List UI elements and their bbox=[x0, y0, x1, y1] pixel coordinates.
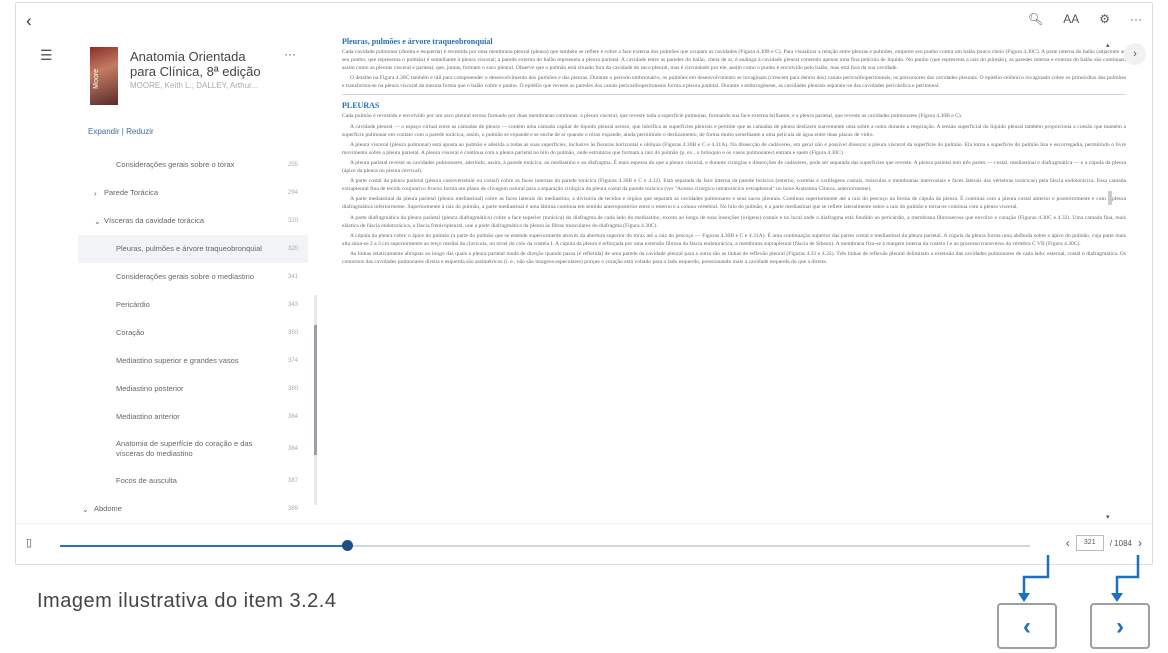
book-authors: MOORE, Keith L.; DALLEY, Arthur... bbox=[130, 81, 258, 90]
callout-arrowhead-next bbox=[1111, 593, 1123, 602]
toc-chevron-icon[interactable]: ⌄ bbox=[94, 217, 101, 226]
topbar-tools: 🔍︎ AA ⚙ ··· bbox=[1028, 12, 1142, 26]
body-paragraph: A parte costal da pleura parietal (pleur… bbox=[342, 178, 1126, 193]
search-icon[interactable]: 🔍︎ bbox=[1028, 12, 1043, 26]
hamburger-menu-icon[interactable]: ☰ bbox=[40, 47, 53, 64]
toc-item-page: 374 bbox=[288, 358, 299, 364]
toc-item-page: 380 bbox=[288, 386, 299, 392]
toc-item[interactable]: Coração 350 bbox=[78, 319, 308, 347]
section-divider bbox=[342, 94, 1126, 96]
progress-knob[interactable] bbox=[342, 540, 354, 551]
toc-item-label: Pericárdio bbox=[116, 300, 150, 309]
body-paragraph: A cavidade pleural — o espaço virtual en… bbox=[342, 123, 1126, 138]
next-page-icon[interactable]: › bbox=[1138, 536, 1142, 550]
progress-fill bbox=[60, 545, 348, 547]
section-heading: Pleuras, pulmões e árvore traqueobronqui… bbox=[342, 37, 493, 46]
toc-item-label: Mediastino posterior bbox=[116, 384, 184, 393]
body-paragraph: A parte diafragmática da pleura parietal… bbox=[342, 214, 1126, 229]
toc-item-page: 387 bbox=[288, 478, 299, 484]
toc-item-label: Considerações gerais sobre o tórax bbox=[116, 160, 235, 169]
body-paragraph: Cada pulmão é revestido e envolvido por … bbox=[342, 113, 963, 120]
scroll-up-icon[interactable]: ▴ bbox=[1106, 41, 1110, 49]
toc-item-page: 384 bbox=[288, 414, 299, 420]
big-prev-button[interactable]: ‹ bbox=[997, 603, 1057, 649]
toc-item-page: 389 bbox=[288, 506, 299, 512]
toc-item[interactable]: ⌄ Abdome 389 bbox=[78, 495, 308, 523]
toc-item-label: Vísceras da cavidade torácica bbox=[104, 216, 205, 225]
toc-item-label: Mediastino superior e grandes vasos bbox=[116, 356, 239, 365]
callout-arrowhead-prev bbox=[1018, 593, 1030, 602]
collapse-link[interactable]: Reduzir bbox=[126, 127, 154, 136]
toc-item-page: 255 bbox=[288, 162, 299, 168]
toc-item-label: Coração bbox=[116, 328, 145, 337]
toc-item-label: Parede Torácica bbox=[104, 188, 159, 197]
body-paragraph: A pleura parietal reveste as cavidades p… bbox=[342, 159, 1126, 175]
reading-progress-slider[interactable] bbox=[60, 540, 1030, 551]
toc-chevron-icon[interactable]: › bbox=[94, 189, 97, 198]
page-scroll-thumb[interactable] bbox=[1108, 191, 1112, 205]
toc-item[interactable]: Considerações gerais sobre o mediastino 3… bbox=[78, 263, 308, 291]
ebook-reader-window: ‹ 🔍︎ AA ⚙ ··· ☰ Moore Anatomia Orientada pa… bbox=[15, 2, 1153, 565]
body-paragraph: A cúpula da pleura cobre o ápice do pulm… bbox=[342, 232, 1126, 247]
total-pages: / 1084 bbox=[1109, 538, 1132, 548]
cover-text: Moore bbox=[93, 69, 100, 89]
toc-sidebar: ☰ Moore Anatomia Orientada para Clínica,… bbox=[16, 37, 321, 523]
page-scrollbar[interactable]: ▴ ▾ bbox=[1106, 41, 1114, 521]
toc-item[interactable]: Anatomia de superfície do coração e das … bbox=[78, 431, 308, 467]
toc-item-label: Anatomia de superfície do coração e das … bbox=[116, 439, 253, 458]
toc-item[interactable]: ⌄ Vísceras da cavidade torácica 320 bbox=[78, 207, 308, 235]
body-paragraph: A parte mediastinal da pleura parietal (… bbox=[342, 196, 1126, 211]
toc-item-label: Considerações gerais sobre o mediastino bbox=[116, 272, 254, 281]
toc-item-page: 341 bbox=[288, 274, 299, 280]
reader-topbar: ‹ 🔍︎ AA ⚙ ··· bbox=[16, 3, 1152, 37]
toc-item-label: Abdome bbox=[94, 504, 122, 513]
toc-item-label: Pleuras, pulmões e árvore traqueobronqui… bbox=[116, 244, 262, 253]
toc-item-page: 350 bbox=[288, 330, 299, 336]
illustration-caption: Imagem ilustrativa do item 3.2.4 bbox=[37, 590, 337, 612]
book-cover-image: Moore bbox=[90, 47, 118, 105]
next-page-round-button[interactable]: › bbox=[1124, 43, 1146, 65]
body-paragraph: A pleura visceral (pleura pulmonar) está… bbox=[342, 141, 1126, 156]
toc-item-label: Mediastino anterior bbox=[116, 412, 180, 421]
toc-item-label: Focos de ausculta bbox=[116, 476, 177, 485]
toc-item[interactable]: Focos de ausculta 387 bbox=[78, 467, 308, 495]
more-icon[interactable]: ··· bbox=[1130, 12, 1142, 26]
prev-page-icon[interactable]: ‹ bbox=[1066, 536, 1070, 550]
intro-paragraph: O detalhe na Figura 4.30C também é útil … bbox=[342, 75, 1126, 90]
intro-paragraph: Cada cavidade pulmonar (direita e esquer… bbox=[342, 49, 1126, 72]
toc-item-page: 320 bbox=[288, 246, 299, 252]
text-size-icon[interactable]: AA bbox=[1063, 12, 1079, 26]
current-page-input[interactable]: 321 bbox=[1075, 535, 1104, 551]
toc-item[interactable]: › Parede Torácica 294 bbox=[78, 179, 308, 207]
big-next-button[interactable]: › bbox=[1090, 603, 1150, 649]
toc-item[interactable]: Pleuras, pulmões e árvore traqueobronqui… bbox=[78, 235, 308, 263]
subsection-heading: PLEURAS bbox=[342, 101, 380, 111]
reader-bottombar: ▯ ‹ 321 / 1084 › bbox=[16, 523, 1152, 566]
toc-item-page: 384 bbox=[288, 446, 299, 452]
body-paragraph: As linhas relativamente abruptas ao long… bbox=[342, 250, 1126, 265]
expand-link[interactable]: Expandir bbox=[88, 127, 120, 136]
book-title: Anatomia Orientada para Clínica, 8ª ediç… bbox=[130, 49, 261, 79]
page-navigator: ‹ 321 / 1084 › bbox=[1066, 535, 1142, 551]
table-of-contents: Considerações gerais sobre o tórax 255 › Pa… bbox=[78, 151, 308, 523]
toc-item[interactable]: Mediastino posterior 380 bbox=[78, 375, 308, 403]
settings-icon[interactable]: ⚙ bbox=[1099, 12, 1110, 26]
toc-scroll-thumb[interactable] bbox=[314, 325, 317, 455]
toc-item[interactable]: Pericárdio 343 bbox=[78, 291, 308, 319]
bookmark-icon[interactable]: ▯ bbox=[26, 536, 32, 549]
toc-item[interactable]: Mediastino anterior 384 bbox=[78, 403, 308, 431]
toc-item[interactable]: Considerações gerais sobre o tórax 255 bbox=[78, 151, 308, 179]
book-more-icon[interactable]: ··· bbox=[284, 47, 296, 61]
back-chevron-icon[interactable]: ‹ bbox=[26, 11, 32, 31]
scroll-down-icon[interactable]: ▾ bbox=[1106, 513, 1110, 521]
toc-chevron-icon[interactable]: ⌄ bbox=[82, 505, 89, 514]
expand-collapse-links: Expandir | Reduzir bbox=[88, 127, 154, 136]
book-page-content: Pleuras, pulmões e árvore traqueobronqui… bbox=[342, 37, 1126, 523]
toc-item-page: 343 bbox=[288, 302, 299, 308]
toc-item-page: 294 bbox=[288, 190, 299, 196]
toc-item-page: 320 bbox=[288, 218, 299, 224]
toc-item[interactable]: Mediastino superior e grandes vasos 374 bbox=[78, 347, 308, 375]
toc-scrollbar[interactable] bbox=[314, 295, 317, 505]
